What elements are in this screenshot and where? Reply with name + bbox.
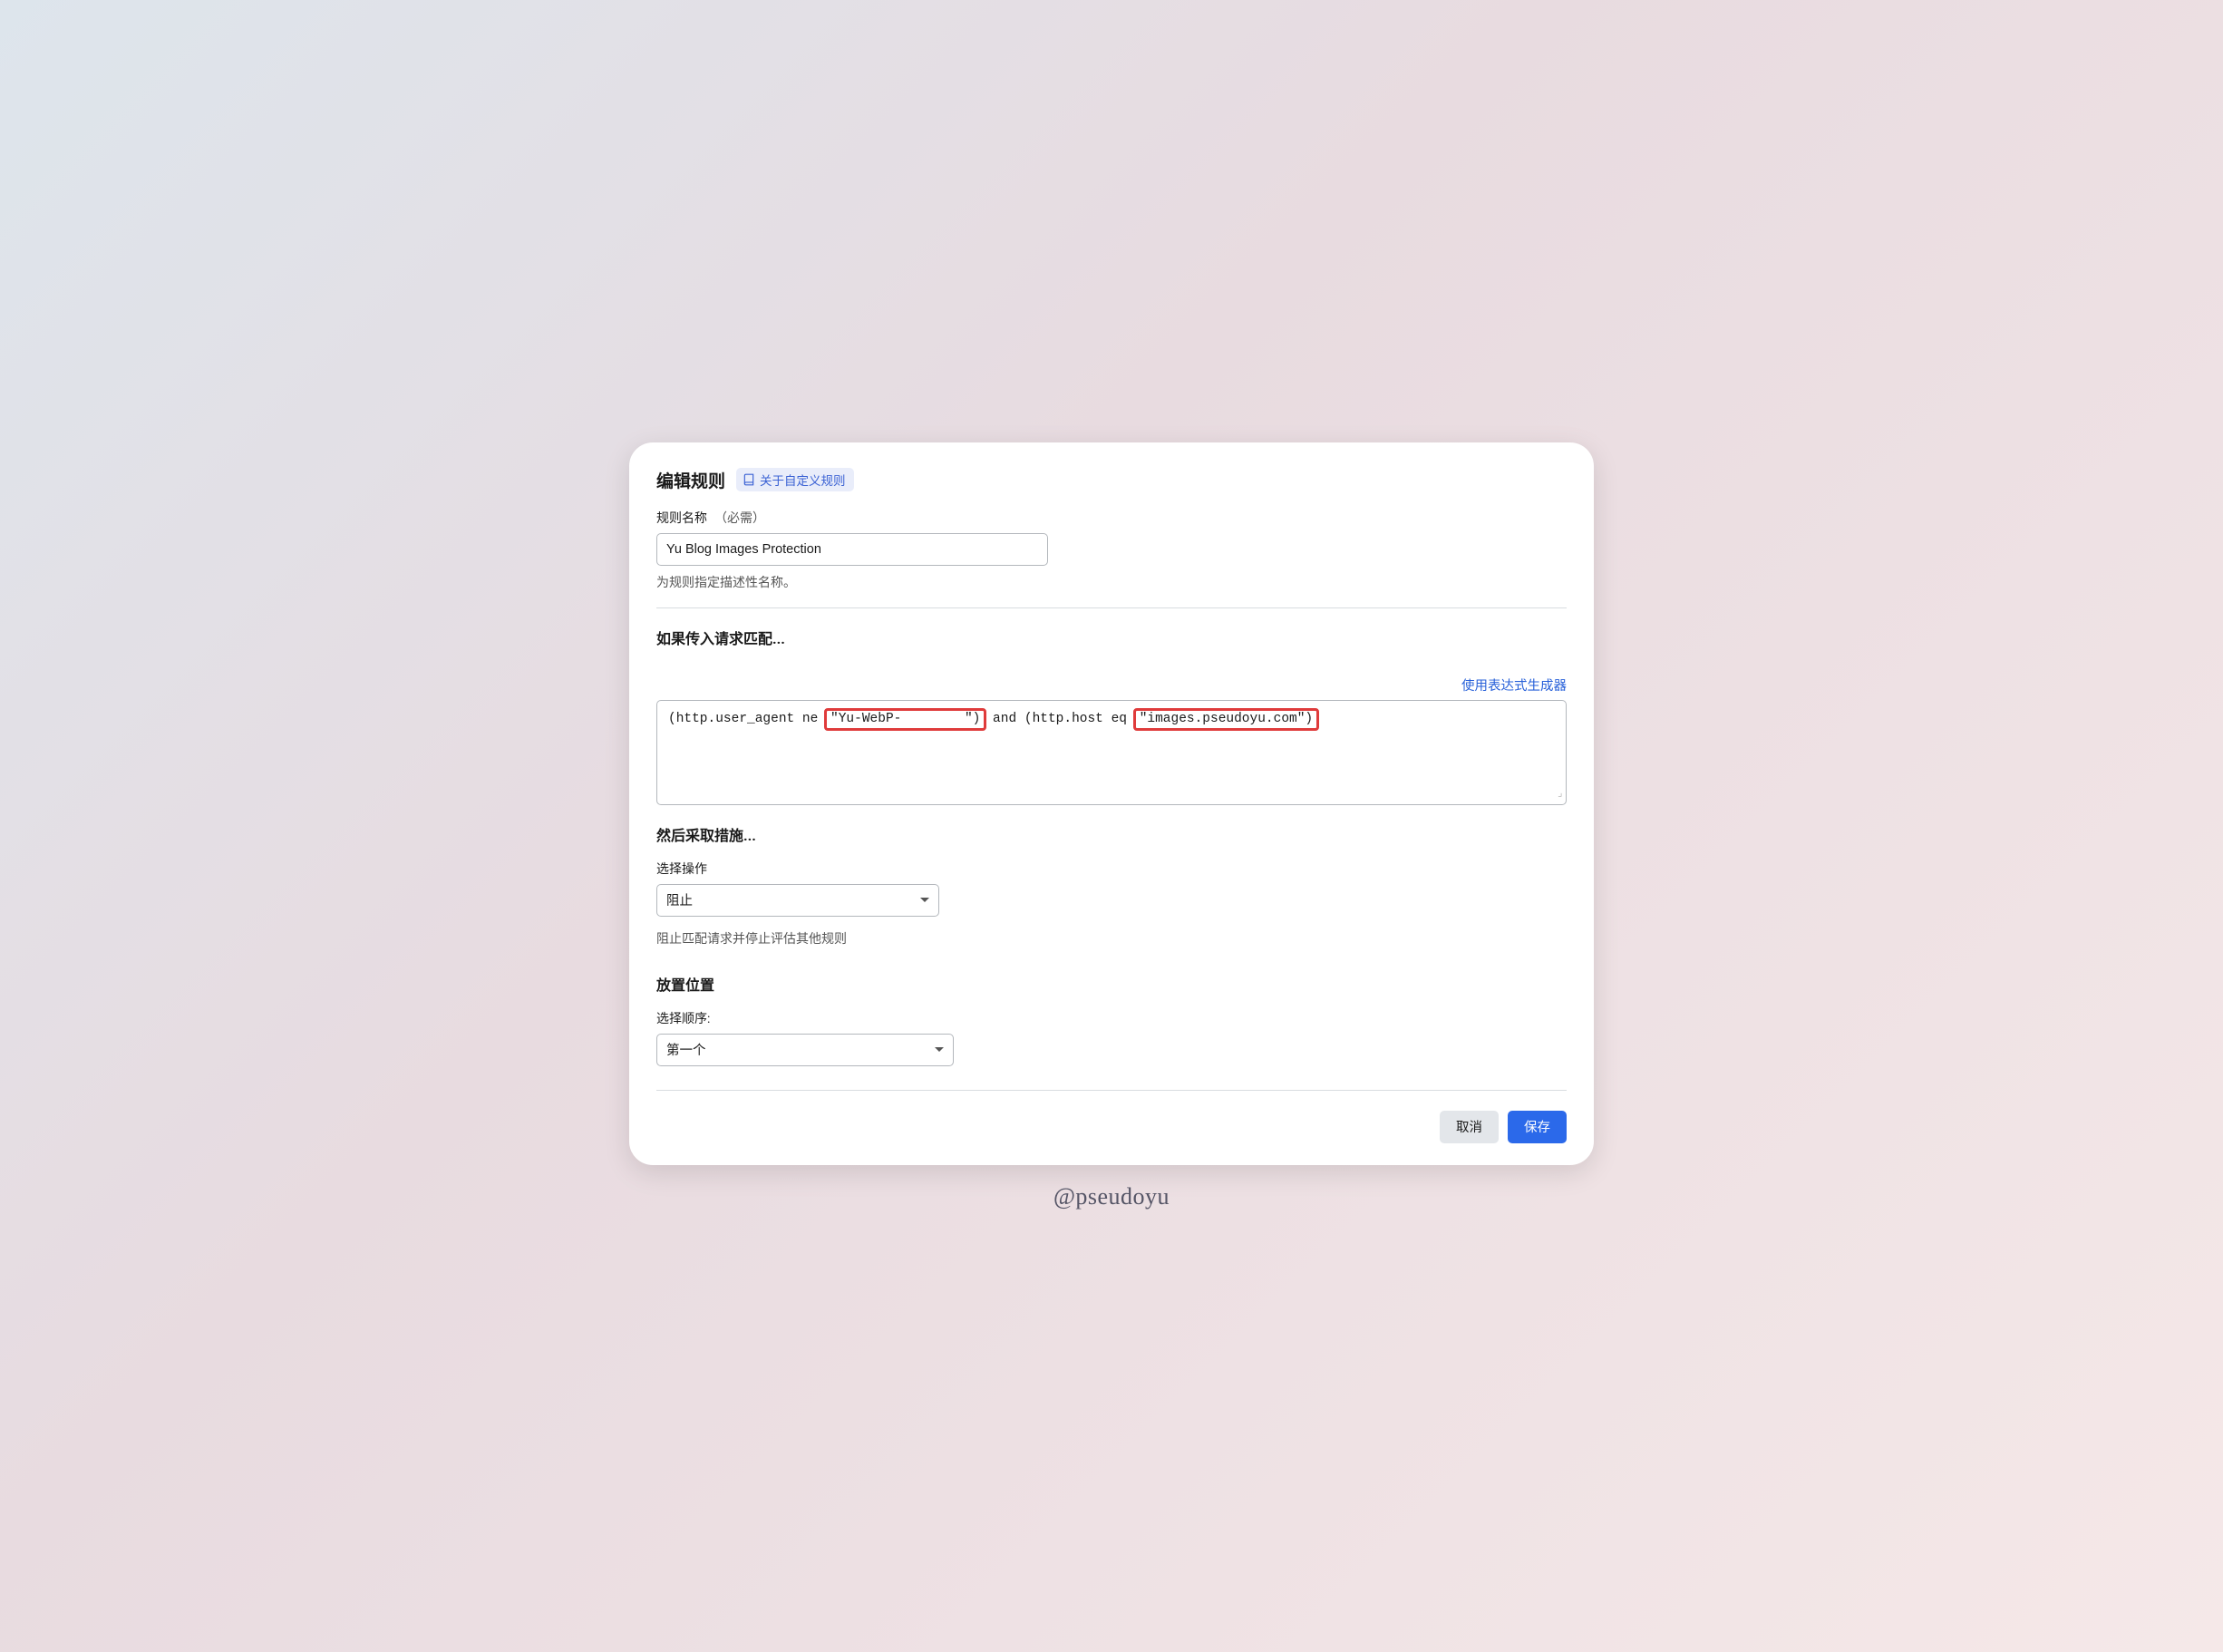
placement-section-title: 放置位置 [656, 973, 1567, 995]
page-title: 编辑规则 [656, 468, 725, 492]
match-section-title: 如果传入请求匹配... [656, 627, 1567, 648]
rule-name-section: 规则名称（必需） 为规则指定描述性名称。 [656, 509, 1567, 591]
action-select-label: 选择操作 [656, 860, 1567, 878]
action-select[interactable]: 阻止 [656, 884, 939, 917]
chevron-down-icon [935, 1047, 944, 1052]
edit-rule-panel: 编辑规则 关于自定义规则 规则名称（必需） 为规则指定描述性名称。 如果传入请求… [629, 442, 1594, 1165]
placement-select[interactable]: 第一个 [656, 1034, 954, 1066]
action-helper: 阻止匹配请求并停止评估其他规则 [656, 929, 1567, 947]
chevron-down-icon [920, 898, 929, 902]
footer-actions: 取消 保存 [656, 1111, 1567, 1143]
expression-textarea[interactable]: (http.user_agent ne "Yu-WebP- ") and (ht… [656, 700, 1567, 805]
divider [656, 607, 1567, 608]
rule-name-label: 规则名称（必需） [656, 509, 1567, 527]
save-button[interactable]: 保存 [1508, 1111, 1567, 1143]
resize-handle-icon: ⌟ [1557, 787, 1563, 802]
highlight-host: "images.pseudoyu.com") [1133, 708, 1319, 731]
action-section-title: 然后采取措施... [656, 823, 1567, 845]
panel-header: 编辑规则 关于自定义规则 [656, 468, 1567, 492]
cancel-button[interactable]: 取消 [1440, 1111, 1499, 1143]
action-select-value: 阻止 [666, 890, 693, 909]
expression-content: (http.user_agent ne "Yu-WebP- ") and (ht… [668, 710, 1555, 730]
placement-select-label: 选择顺序: [656, 1009, 1567, 1027]
highlight-user-agent: "Yu-WebP- ") [824, 708, 986, 731]
about-custom-rules-link[interactable]: 关于自定义规则 [736, 468, 854, 491]
rule-name-helper: 为规则指定描述性名称。 [656, 573, 1567, 591]
rule-name-input[interactable] [656, 533, 1048, 566]
book-icon [743, 473, 755, 486]
expression-builder-link[interactable]: 使用表达式生成器 [1461, 675, 1567, 695]
divider [656, 1090, 1567, 1091]
about-custom-rules-label: 关于自定义规则 [760, 471, 846, 489]
placement-select-value: 第一个 [666, 1040, 706, 1059]
builder-link-row: 使用表达式生成器 [656, 675, 1567, 695]
watermark: @pseudoyu [1053, 1183, 1170, 1210]
